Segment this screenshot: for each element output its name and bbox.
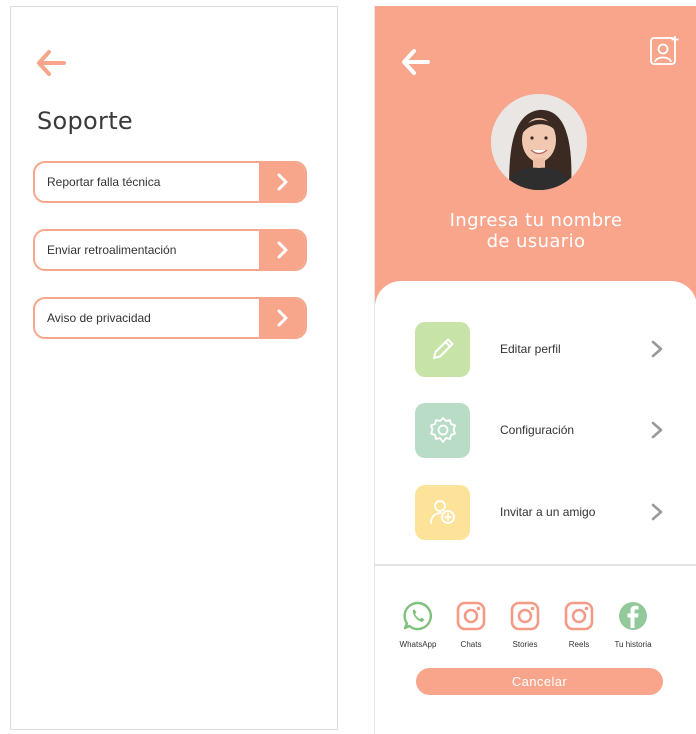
gear-icon — [429, 417, 456, 443]
arrow-left-icon[interactable] — [35, 49, 67, 77]
menu-item-invite-friend[interactable]: Invitar a un amigo — [415, 484, 665, 540]
share-label: Tu historia — [614, 640, 652, 649]
menu-label: Invitar a un amigo — [500, 505, 596, 519]
chevron-right-icon — [277, 241, 288, 259]
share-label: Chats — [460, 640, 482, 649]
arrow-left-icon[interactable] — [401, 48, 431, 76]
share-label: Stories — [512, 640, 538, 649]
whatsapp-icon — [403, 601, 432, 631]
share-label: Reels — [568, 640, 590, 649]
support-screen: Soporte Reportar falla técnica Enviar re… — [10, 6, 338, 730]
instagram-icon — [510, 601, 540, 631]
instagram-icon — [564, 601, 594, 631]
share-instagram-chats[interactable]: Chats — [441, 600, 501, 649]
chevron-right-icon — [651, 503, 663, 521]
share-whatsapp[interactable]: WhatsApp — [388, 600, 448, 649]
page-title: Soporte — [37, 107, 133, 135]
chevron-right-icon — [651, 421, 663, 439]
button-label: Reportar falla técnica — [47, 175, 161, 189]
cancel-button[interactable]: Cancelar — [416, 668, 663, 695]
avatar[interactable] — [491, 94, 587, 190]
facebook-icon — [619, 602, 647, 630]
pencil-icon — [432, 338, 453, 359]
report-technical-issue-button[interactable]: Reportar falla técnica — [33, 161, 307, 203]
profile-screen: Ingresa tu nombre de usuario Editar perf… — [374, 6, 696, 734]
button-label: Enviar retroalimentación — [47, 243, 177, 257]
username-placeholder[interactable]: Ingresa tu nombre de usuario — [375, 210, 696, 252]
menu-label: Editar perfil — [500, 342, 561, 356]
share-label: WhatsApp — [399, 640, 437, 649]
chevron-right-icon — [277, 309, 288, 327]
menu-label: Configuración — [500, 423, 575, 437]
privacy-notice-button[interactable]: Aviso de privacidad — [33, 297, 307, 339]
chevron-right-icon — [277, 173, 288, 191]
menu-item-settings[interactable]: Configuración — [415, 402, 665, 458]
share-instagram-reels[interactable]: Reels — [549, 600, 609, 649]
share-instagram-stories[interactable]: Stories — [495, 600, 555, 649]
chevron-right-icon — [651, 340, 663, 358]
menu-item-edit-profile[interactable]: Editar perfil — [415, 321, 665, 377]
send-feedback-button[interactable]: Enviar retroalimentación — [33, 229, 307, 271]
invite-friend-icon — [429, 500, 455, 524]
divider — [375, 564, 696, 566]
instagram-icon — [456, 601, 486, 631]
add-user-icon[interactable] — [649, 34, 679, 66]
share-facebook-story[interactable]: Tu historia — [603, 600, 663, 649]
button-label: Aviso de privacidad — [47, 311, 151, 325]
profile-photo — [491, 94, 587, 190]
share-options: WhatsApp Chats Stories Reels Tu historia — [400, 600, 691, 650]
